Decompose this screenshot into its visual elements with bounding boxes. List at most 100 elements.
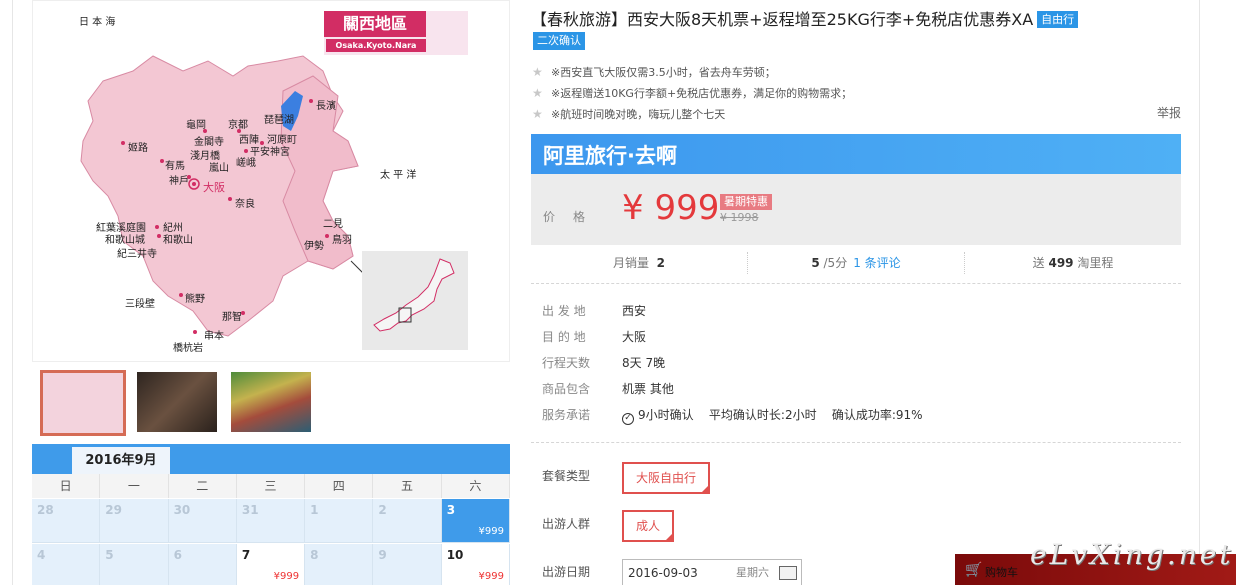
service-value: ✓ 9小时确认 平均确认时长:2小时 确认成功率:91% — [622, 402, 923, 428]
weekday-label: 三 — [237, 474, 306, 498]
reviews-link[interactable]: 1 条评论 — [853, 256, 900, 270]
monthly-sales: 月销量 2 — [531, 252, 748, 274]
thumbnail-photo-street[interactable] — [137, 372, 217, 432]
calendar-day: 30 — [168, 499, 237, 543]
calendar-month-tab[interactable]: 2016年9月 — [72, 447, 170, 474]
calendar-icon[interactable] — [779, 566, 797, 580]
thumbnail-photo-market[interactable] — [231, 372, 311, 432]
calendar-day: 9 — [373, 544, 442, 585]
rating: 5 /5分 1 条评论 — [748, 252, 965, 274]
calendar-day-selected[interactable]: 3 ¥999 — [441, 499, 510, 543]
product-title-text: 【春秋旅游】西安大阪8天机票+返程增至25KG行李+免税店优惠券XA — [531, 10, 1034, 29]
info-label: 行程天数 — [542, 356, 591, 370]
weekday-label: 一 — [100, 474, 169, 498]
highlight-item: ★ ※西安直飞大阪仅需3.5小时，省去舟车劳顿； — [531, 62, 1181, 83]
report-link[interactable]: 举报 — [1157, 104, 1181, 121]
calendar-week-row: 28 29 30 31 1 2 3 ¥999 — [32, 499, 510, 543]
price-calendar: 2016年9月 日 一 二 三 四 五 六 28 29 30 31 1 2 3 ¥… — [32, 444, 510, 585]
price-value: ¥ 999 — [622, 188, 720, 228]
summer-sale-badge: 暑期特惠 — [720, 194, 772, 210]
package-option-button[interactable]: 大阪自由行 ✓ — [622, 462, 711, 494]
shopping-cart-icon: 🛒 — [965, 562, 983, 578]
calendar-day-number: 29 — [105, 503, 122, 517]
divider — [531, 283, 1181, 284]
monthly-sales-label: 月销量 — [612, 256, 649, 270]
free-travel-tag: 自由行 — [1037, 11, 1079, 28]
calendar-day-price: ¥999 — [478, 571, 504, 582]
traveler-option-text: 成人 — [636, 519, 661, 533]
highlight-text: ※航班时间晚对晚，嗨玩儿整个七天 — [551, 108, 726, 121]
product-title: 【春秋旅游】西安大阪8天机票+返程增至25KG行李+免税店优惠券XA 自由行 — [531, 6, 1079, 30]
calendar-day-available[interactable]: 10 ¥999 — [441, 544, 510, 585]
info-label: 商品包含 — [542, 382, 591, 396]
kansai-badge-title: 關西地區 — [324, 11, 426, 37]
info-row: 出 发 地 西安 — [542, 298, 1182, 324]
calendar-day: 6 — [168, 544, 237, 585]
calendar-day-number: 9 — [378, 548, 387, 562]
place-label: 嵯峨 — [236, 158, 256, 169]
info-value: 8天 7晚 — [622, 356, 666, 370]
product-stats: 月销量 2 5 /5分 1 条评论 送 499 淘里程 — [531, 252, 1181, 274]
calendar-day-price: ¥999 — [478, 526, 504, 537]
travel-date-weekday: 星期六 — [736, 566, 769, 579]
calendar-day-number: 2 — [378, 503, 387, 517]
monthly-sales-value: 2 — [656, 256, 665, 270]
place-label: 京都 — [228, 120, 248, 131]
highlight-item: ★ ※返程赠送10KG行李额+免税店优惠券，满足你的购物需求； — [531, 83, 1181, 104]
calendar-week-row: 4 5 6 7 ¥999 8 9 10 ¥999 — [32, 544, 510, 585]
star-icon: ★ — [532, 107, 543, 121]
divider — [531, 442, 1181, 443]
place-label: 和歌山城 — [105, 235, 145, 246]
place-label: 三段壁 — [125, 299, 155, 310]
calendar-day-price: ¥999 — [273, 571, 300, 582]
check-circle-icon: ✓ — [622, 413, 634, 425]
calendar-day: 1 — [305, 499, 374, 543]
calendar-day: 8 — [305, 544, 374, 585]
product-highlights: ★ ※西安直飞大阪仅需3.5小时，省去舟车劳顿； ★ ※返程赠送10KG行李额+免税… — [531, 62, 1181, 125]
calendar-day-number: 6 — [173, 548, 182, 562]
star-icon: ★ — [532, 65, 543, 79]
place-label: 姬路 — [128, 143, 148, 154]
japan-inset-map — [362, 251, 468, 350]
calendar-day-number: 5 — [105, 548, 114, 562]
calendar-day: 29 — [100, 499, 169, 543]
place-label: 嵐山 — [209, 163, 229, 174]
sea-japan-label: 日 本 海 — [79, 17, 116, 28]
place-label: 琵琶湖 — [264, 115, 294, 126]
service-row: 服务承诺 ✓ 9小时确认 平均确认时长:2小时 确认成功率:91% — [542, 402, 1182, 428]
thumbnail-map[interactable] — [40, 370, 126, 436]
brand-name: 阿里旅行·去啊 — [543, 144, 677, 168]
calendar-day-number: 7 — [241, 548, 251, 562]
calendar-weekdays: 日 一 二 三 四 五 六 — [32, 474, 510, 498]
calendar-day-number: 3 — [446, 503, 456, 517]
highlight-text: ※西安直飞大阪仅需3.5小时，省去舟车劳顿； — [551, 66, 776, 79]
place-label: 串本 — [204, 331, 224, 342]
weekday-label: 四 — [305, 474, 374, 498]
package-type-label: 套餐类型 — [542, 469, 591, 483]
calendar-day-number: 4 — [37, 548, 46, 562]
calendar-day-available[interactable]: 7 ¥999 — [236, 544, 306, 585]
info-row: 目 的 地 大阪 — [542, 324, 1182, 350]
info-row: 行程天数 8天 7晚 — [542, 350, 1182, 376]
cart-label: 购物车 — [985, 566, 1018, 579]
place-label: 橋杭岩 — [173, 343, 203, 354]
trip-info: 出 发 地 西安 目 的 地 大阪 行程天数 8天 7晚 商品包含 机票 其他 服务承诺… — [542, 298, 1182, 428]
travel-date-input[interactable]: 2016-09-03 星期六 — [622, 559, 802, 585]
image-thumbnails — [32, 364, 510, 440]
place-label: 有馬 — [165, 161, 185, 172]
place-label: 奈良 — [235, 199, 255, 210]
place-label: 神戶 — [169, 176, 189, 187]
info-label: 目 的 地 — [542, 330, 586, 344]
calendar-day: 28 — [32, 499, 101, 543]
calendar-day-number: 1 — [310, 503, 319, 517]
watermark: eLvXing.net — [1030, 538, 1234, 571]
info-label: 出 发 地 — [542, 304, 586, 318]
star-icon: ★ — [532, 86, 543, 100]
package-option-text: 大阪自由行 — [636, 471, 697, 485]
traveler-option-button[interactable]: 成人 ✓ — [622, 510, 675, 542]
calendar-header: 2016年9月 — [32, 444, 510, 474]
brand-banner: 阿里旅行·去啊 — [531, 134, 1181, 174]
weekday-label: 五 — [373, 474, 442, 498]
selected-check-icon: ✓ — [666, 532, 673, 540]
points-prefix: 送 — [1032, 256, 1045, 270]
